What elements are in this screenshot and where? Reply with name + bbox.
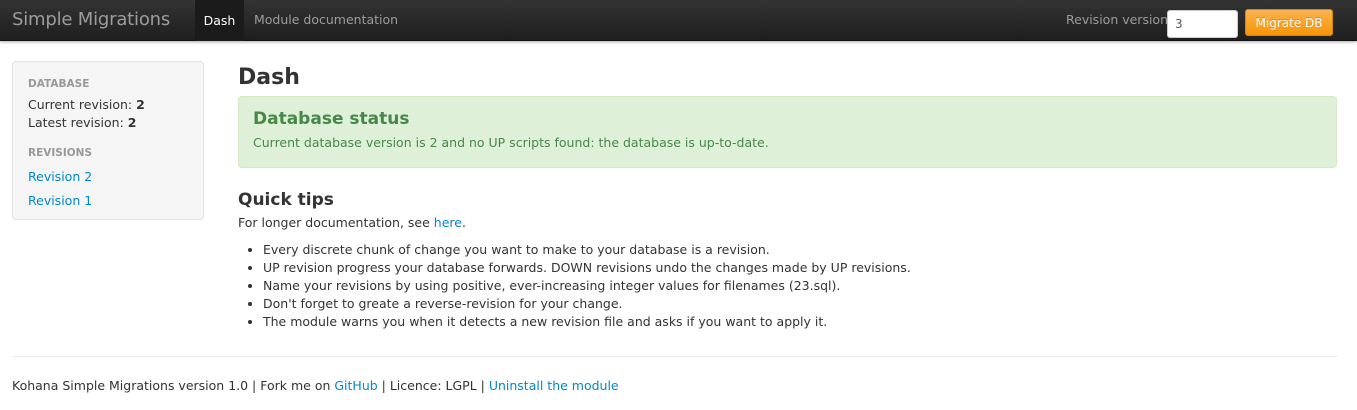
github-link[interactable]: GitHub bbox=[334, 378, 377, 393]
revision-version-label: Revision version: bbox=[1066, 12, 1173, 27]
current-revision-stat: Current revision: 2 bbox=[28, 97, 145, 112]
latest-revision-value: 2 bbox=[127, 115, 137, 130]
quick-tips-intro-period: . bbox=[461, 215, 466, 230]
list-item: The module warns you when it detects a n… bbox=[263, 313, 911, 331]
database-status-title: Database status bbox=[253, 109, 410, 129]
current-revision-label: Current revision: bbox=[28, 97, 133, 112]
sidebar: DATABASE Current revision: 2 Latest revi… bbox=[12, 61, 204, 220]
footer: Kohana Simple Migrations version 1.0 | F… bbox=[12, 378, 619, 393]
latest-revision-stat: Latest revision: 2 bbox=[28, 115, 136, 130]
footer-divider bbox=[12, 356, 1338, 357]
top-navbar: Simple Migrations Dash Module documentat… bbox=[0, 0, 1357, 41]
quick-tips-title: Quick tips bbox=[238, 190, 334, 210]
list-item: Don't forget to greate a reverse-revisio… bbox=[263, 295, 911, 313]
quick-tips-intro: For longer documentation, see here. bbox=[238, 215, 466, 230]
list-item: UP revision progress your database forwa… bbox=[263, 259, 911, 277]
migrate-db-button[interactable]: Migrate DB bbox=[1245, 9, 1333, 36]
nav-item-module-documentation[interactable]: Module documentation bbox=[254, 12, 398, 27]
footer-licence-text: | Licence: LGPL | bbox=[377, 378, 489, 393]
page-title: Dash bbox=[238, 65, 300, 90]
list-item: Name your revisions by using positive, e… bbox=[263, 277, 911, 295]
latest-revision-label: Latest revision: bbox=[28, 115, 124, 130]
database-status-message: Current database version is 2 and no UP … bbox=[253, 135, 769, 150]
sidebar-header-database: DATABASE bbox=[28, 78, 90, 90]
list-item: Every discrete chunk of change you want … bbox=[263, 241, 911, 259]
current-revision-value: 2 bbox=[136, 97, 145, 112]
documentation-here-link[interactable]: here bbox=[434, 215, 462, 230]
quick-tips-intro-text: For longer documentation, see bbox=[238, 215, 434, 230]
revision-version-input[interactable] bbox=[1167, 10, 1238, 38]
quick-tips-list: Every discrete chunk of change you want … bbox=[263, 241, 911, 331]
sidebar-item-revision-2[interactable]: Revision 2 bbox=[28, 169, 92, 184]
nav-item-dash-label: Dash bbox=[203, 13, 236, 28]
sidebar-item-revision-1[interactable]: Revision 1 bbox=[28, 193, 92, 208]
uninstall-module-link[interactable]: Uninstall the module bbox=[489, 378, 619, 393]
nav-item-dash[interactable]: Dash bbox=[195, 0, 244, 41]
database-status-alert: Database status Current database version… bbox=[238, 96, 1337, 168]
footer-version-text: Kohana Simple Migrations version 1.0 | F… bbox=[12, 378, 335, 393]
brand-title[interactable]: Simple Migrations bbox=[12, 9, 170, 30]
sidebar-header-revisions: REVISIONS bbox=[28, 147, 93, 159]
